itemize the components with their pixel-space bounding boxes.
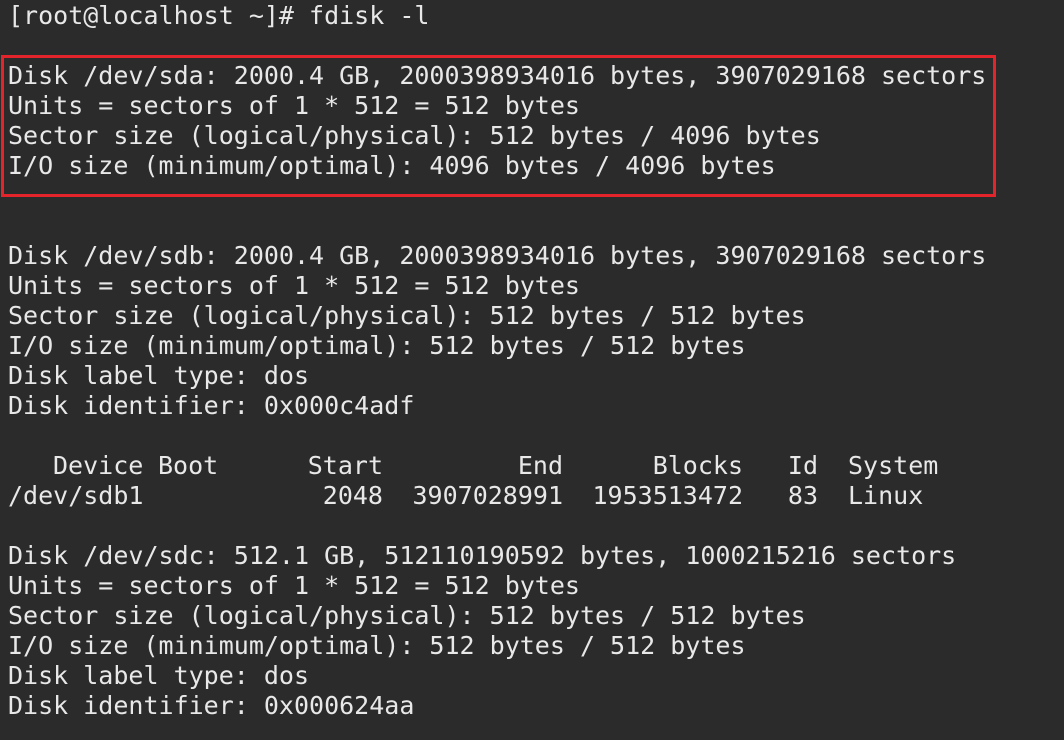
sdc-disk-line: Disk /dev/sdc: 512.1 GB, 512110190592 by… [8,541,957,570]
sdb-info-block: Disk /dev/sdb: 2000.4 GB, 2000398934016 … [8,241,1064,421]
sdb-label-type-line: Disk label type: dos [8,361,310,390]
row-blocks: 1953513472 [592,481,743,510]
sdc-label-type-line: Disk label type: dos [8,661,310,690]
header-boot: Boot [158,451,219,480]
row-device: /dev/sdb1 [8,481,144,510]
sdb-units-line: Units = sectors of 1 * 512 = 512 bytes [8,271,580,300]
row-end: 3907028991 [412,481,563,510]
sdc-io-size-line: I/O size (minimum/optimal): 512 bytes / … [8,631,746,660]
sdc-identifier-line: Disk identifier: 0x000624aa [8,691,415,720]
terminal-window[interactable]: [root@localhost ~]# fdisk -l Disk /dev/s… [0,1,1064,740]
sda-units-line: Units = sectors of 1 * 512 = 512 bytes [8,91,580,120]
header-blocks: Blocks [652,451,743,480]
partition-table-header: Device Boot Start End Blocks Id System [8,451,1064,481]
sdc-units-line: Units = sectors of 1 * 512 = 512 bytes [8,571,580,600]
row-id: 83 [787,481,818,510]
partition-row: /dev/sdb1 2048 3907028991 1953513472 83 … [8,481,1064,511]
sdb-io-size-line: I/O size (minimum/optimal): 512 bytes / … [8,331,746,360]
sda-info-block: Disk /dev/sda: 2000.4 GB, 2000398934016 … [8,61,1064,181]
sda-io-size-line: I/O size (minimum/optimal): 4096 bytes /… [8,151,776,180]
sdc-sector-size-line: Sector size (logical/physical): 512 byte… [8,601,806,630]
header-end: End [517,451,563,480]
sda-disk-line: Disk /dev/sda: 2000.4 GB, 2000398934016 … [8,61,987,90]
row-system: Linux [848,481,924,510]
sda-sector-size-line: Sector size (logical/physical): 512 byte… [8,121,821,150]
sdc-info-block: Disk /dev/sdc: 512.1 GB, 512110190592 by… [8,541,1064,721]
sdb-sector-size-line: Sector size (logical/physical): 512 byte… [8,301,806,330]
header-device: Device [53,451,144,480]
header-start: Start [307,451,383,480]
command-prompt: [root@localhost ~]# fdisk -l [8,1,430,30]
header-id: Id [787,451,818,480]
header-system: System [848,451,939,480]
sdb-identifier-line: Disk identifier: 0x000c4adf [8,391,415,420]
row-start: 2048 [322,481,383,510]
sdb-disk-line: Disk /dev/sdb: 2000.4 GB, 2000398934016 … [8,241,987,270]
